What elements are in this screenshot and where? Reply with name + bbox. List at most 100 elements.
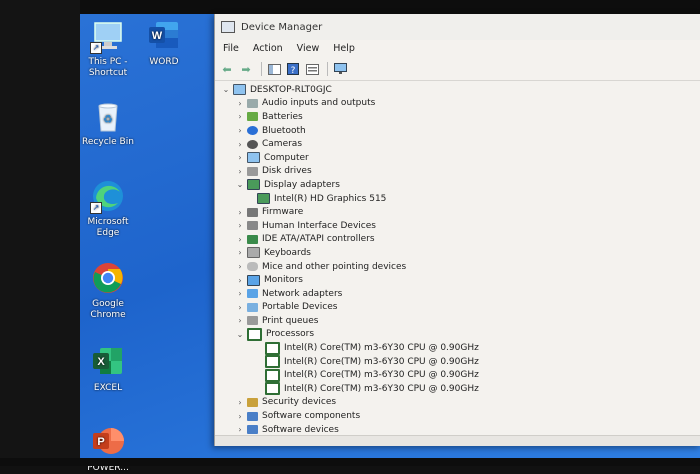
monitor-scan-icon bbox=[333, 63, 347, 74]
desktop-icon-chrome[interactable]: Google Chrome bbox=[74, 260, 142, 321]
menu-file[interactable]: File bbox=[223, 43, 239, 54]
powerpoint-icon: P bbox=[90, 424, 126, 460]
tree-item-print-queues[interactable]: › Print queues bbox=[215, 314, 700, 328]
tree-item-batteries[interactable]: › Batteries bbox=[215, 110, 700, 124]
chevron-down-icon[interactable]: ⌄ bbox=[235, 330, 245, 339]
tree-item-cameras[interactable]: › Cameras bbox=[215, 137, 700, 151]
tree-child-processor[interactable]: Intel(R) Core(TM) m3-6Y30 CPU @ 0.90GHz bbox=[215, 382, 700, 396]
forward-button[interactable]: ➡ bbox=[238, 62, 254, 76]
tree-child-processor[interactable]: Intel(R) Core(TM) m3-6Y30 CPU @ 0.90GHz bbox=[215, 341, 700, 355]
controller-icon bbox=[247, 234, 258, 244]
tree-item-computer[interactable]: › Computer bbox=[215, 151, 700, 165]
desktop-icon-excel[interactable]: X EXCEL bbox=[74, 344, 142, 394]
tree-item-display-adapters[interactable]: ⌄ Display adapters bbox=[215, 178, 700, 192]
tree-child-label: Intel(R) Core(TM) m3-6Y30 CPU @ 0.90GHz bbox=[284, 383, 479, 394]
chevron-right-icon[interactable]: › bbox=[235, 276, 245, 285]
tree-view-icon bbox=[267, 63, 281, 75]
chevron-right-icon[interactable]: › bbox=[235, 112, 245, 121]
chevron-right-icon[interactable]: › bbox=[235, 221, 245, 230]
chrome-icon bbox=[90, 260, 126, 296]
printer-icon bbox=[247, 316, 258, 326]
tree-item-label: Processors bbox=[266, 329, 315, 340]
tree-item-label: Firmware bbox=[262, 207, 304, 218]
tree-item-label: Audio inputs and outputs bbox=[262, 98, 376, 109]
camera-icon bbox=[247, 139, 258, 149]
scan-hardware-button[interactable] bbox=[332, 62, 348, 76]
tree-item-security[interactable]: › Security devices bbox=[215, 396, 700, 410]
tree-item-keyboards[interactable]: › Keyboards bbox=[215, 246, 700, 260]
tree-item-bluetooth[interactable]: › Bluetooth bbox=[215, 124, 700, 138]
tree-item-label: IDE ATA/ATAPI controllers bbox=[262, 234, 375, 245]
tree-item-label: Keyboards bbox=[264, 247, 311, 258]
tree-child-processor[interactable]: Intel(R) Core(TM) m3-6Y30 CPU @ 0.90GHz bbox=[215, 355, 700, 369]
tree-root[interactable]: ⌄ DESKTOP-RLT0GJC bbox=[215, 83, 700, 97]
toolbar: ⬅ ➡ ? bbox=[215, 58, 700, 81]
menu-bar: File Action View Help bbox=[215, 40, 700, 56]
desktop-icon-recycle-bin[interactable]: ♻ Recycle Bin bbox=[74, 98, 142, 148]
tree-item-processors[interactable]: ⌄ Processors bbox=[215, 327, 700, 342]
tree-item-software-components[interactable]: › Software components bbox=[215, 409, 700, 423]
show-hide-tree-button[interactable] bbox=[266, 62, 282, 76]
chevron-right-icon[interactable]: › bbox=[235, 398, 245, 407]
chevron-right-icon[interactable]: › bbox=[235, 235, 245, 244]
screen-bezel-top bbox=[0, 0, 700, 14]
window-title: Device Manager bbox=[241, 21, 323, 33]
chevron-right-icon[interactable]: › bbox=[235, 126, 245, 135]
horizontal-scrollbar[interactable] bbox=[215, 435, 700, 446]
tree-item-monitors[interactable]: › Monitors bbox=[215, 273, 700, 287]
title-bar[interactable]: Device Manager bbox=[215, 14, 700, 40]
help-button[interactable]: ? bbox=[285, 62, 301, 76]
desktop-icon-edge[interactable]: ↗ Microsoft Edge bbox=[74, 178, 142, 239]
tree-child-display-adapter[interactable]: Intel(R) HD Graphics 515 bbox=[215, 192, 700, 206]
chevron-right-icon[interactable]: › bbox=[235, 303, 245, 312]
chevron-right-icon[interactable]: › bbox=[235, 425, 245, 434]
back-button[interactable]: ⬅ bbox=[219, 62, 235, 76]
tree-items: › Audio inputs and outputs › Batteries › Bl… bbox=[215, 97, 700, 437]
monitor-icon bbox=[247, 274, 260, 286]
word-icon: W bbox=[146, 18, 182, 54]
tree-item-disk-drives[interactable]: › Disk drives bbox=[215, 165, 700, 179]
properties-button[interactable] bbox=[304, 62, 320, 76]
tree-item-label: Network adapters bbox=[262, 288, 343, 299]
tree-item-network[interactable]: › Network adapters bbox=[215, 287, 700, 301]
battery-icon bbox=[247, 112, 258, 122]
chevron-right-icon[interactable]: › bbox=[235, 167, 245, 176]
tree-item-label: Mice and other pointing devices bbox=[262, 261, 407, 272]
chevron-right-icon[interactable]: › bbox=[235, 140, 245, 149]
chevron-right-icon[interactable]: › bbox=[235, 316, 245, 325]
software-device-icon bbox=[247, 425, 258, 435]
computer-icon: ↗ bbox=[90, 18, 126, 54]
menu-action[interactable]: Action bbox=[253, 43, 283, 54]
chevron-right-icon[interactable]: › bbox=[235, 289, 245, 298]
tree-item-mice[interactable]: › Mice and other pointing devices bbox=[215, 260, 700, 274]
chevron-down-icon[interactable]: ⌄ bbox=[221, 85, 231, 94]
portable-device-icon bbox=[247, 302, 258, 312]
tree-item-ide[interactable]: › IDE ATA/ATAPI controllers bbox=[215, 233, 700, 247]
tree-item-firmware[interactable]: › Firmware bbox=[215, 205, 700, 219]
bluetooth-icon bbox=[247, 126, 258, 136]
chevron-right-icon[interactable]: › bbox=[235, 248, 245, 257]
display-adapter-icon bbox=[257, 193, 270, 205]
desktop-icon-powerpoint[interactable]: P POWER... bbox=[74, 424, 142, 474]
chevron-right-icon[interactable]: › bbox=[235, 153, 245, 162]
chevron-right-icon[interactable]: › bbox=[235, 208, 245, 217]
processor-icon bbox=[265, 355, 280, 369]
tree-item-label: Display adapters bbox=[264, 179, 340, 190]
tree-item-audio[interactable]: › Audio inputs and outputs bbox=[215, 97, 700, 111]
tree-item-label: Security devices bbox=[262, 397, 337, 408]
arrow-left-icon: ⬅ bbox=[222, 62, 232, 76]
desktop-icon-label: WORD bbox=[149, 57, 179, 67]
tree-child-processor[interactable]: Intel(R) Core(TM) m3-6Y30 CPU @ 0.90GHz bbox=[215, 368, 700, 382]
tree-item-hid[interactable]: › Human Interface Devices bbox=[215, 219, 700, 233]
tree-item-portable[interactable]: › Portable Devices bbox=[215, 301, 700, 315]
desktop-icon-word[interactable]: W WORD bbox=[130, 18, 198, 68]
menu-view[interactable]: View bbox=[297, 43, 320, 54]
tree-item-label: Batteries bbox=[262, 111, 303, 122]
chevron-right-icon[interactable]: › bbox=[235, 99, 245, 108]
chevron-right-icon[interactable]: › bbox=[235, 412, 245, 421]
chevron-down-icon[interactable]: ⌄ bbox=[235, 180, 245, 189]
help-icon: ? bbox=[287, 63, 299, 75]
chevron-right-icon[interactable]: › bbox=[235, 262, 245, 271]
menu-help[interactable]: Help bbox=[333, 43, 355, 54]
shortcut-arrow-icon: ↗ bbox=[90, 42, 102, 54]
